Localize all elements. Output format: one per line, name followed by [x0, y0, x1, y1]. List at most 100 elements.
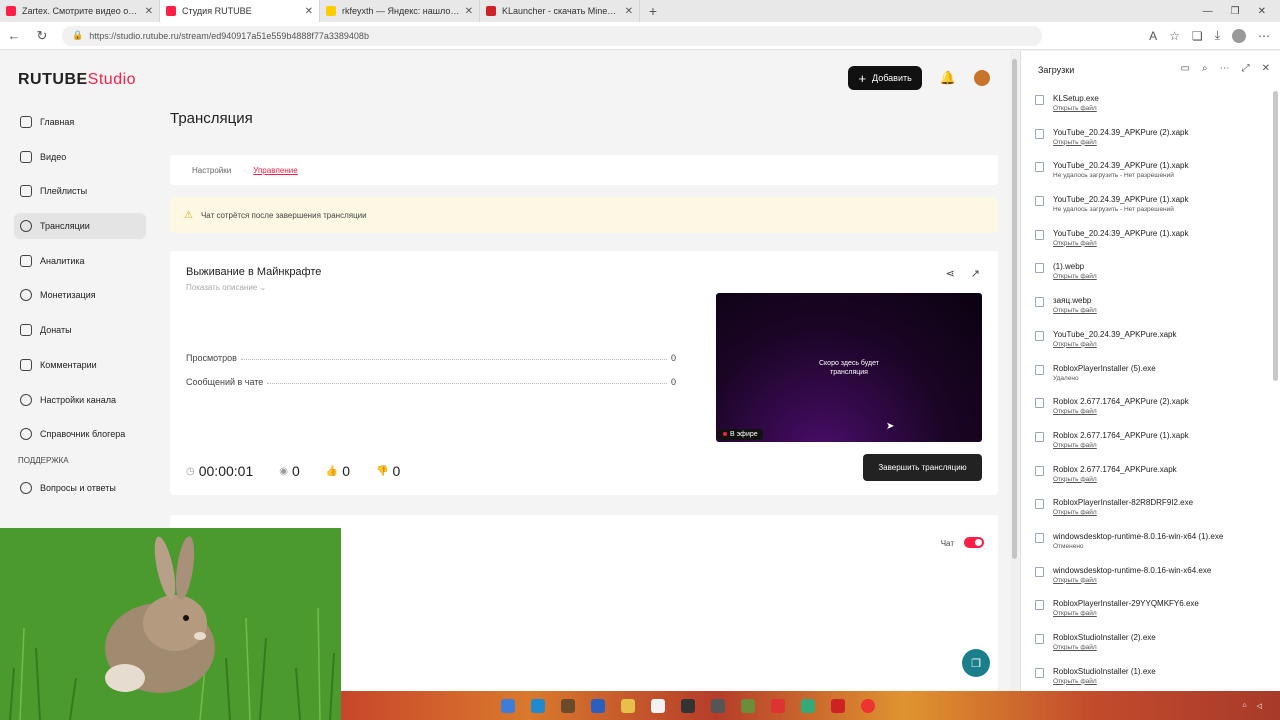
- close-icon[interactable]: ✕: [465, 6, 473, 17]
- avatar[interactable]: [974, 70, 990, 86]
- read-aloud-icon[interactable]: A: [1149, 29, 1157, 43]
- open-file-link[interactable]: Открыть файл: [1053, 407, 1267, 416]
- share-icon[interactable]: ⋖: [946, 267, 955, 280]
- download-item[interactable]: Roblox 2.677.1764_APKPure.xapk Открыть фа…: [1035, 464, 1267, 498]
- sidebar-item-faq[interactable]: Вопросы и ответы: [14, 475, 146, 501]
- close-icon[interactable]: ✕: [305, 6, 313, 17]
- search-icon[interactable]: ⌕: [1202, 63, 1208, 74]
- download-item[interactable]: YouTube_20.24.39_APKPure (2).xapk Открыть…: [1035, 127, 1267, 161]
- reload-icon[interactable]: ↻: [28, 28, 56, 44]
- browser-tab-active[interactable]: Студия RUTUBE ✕: [160, 0, 320, 22]
- sidebar-item-channel-settings[interactable]: Настройки канала: [14, 387, 146, 413]
- tab-management[interactable]: Управление: [253, 166, 297, 175]
- profile-icon[interactable]: [1232, 28, 1246, 43]
- download-item[interactable]: RobloxStudioInstaller (2).exe Открыть фай…: [1035, 632, 1267, 666]
- sidebar-item-streams[interactable]: Трансляции: [14, 213, 146, 240]
- sidebar-item-donations[interactable]: Донаты: [14, 317, 146, 343]
- sidebar-item-video[interactable]: Видео: [14, 144, 146, 170]
- more-icon[interactable]: ⋯: [1258, 29, 1270, 43]
- weather-icon[interactable]: [501, 698, 515, 713]
- maximize-icon[interactable]: ❐: [1231, 6, 1240, 17]
- open-file-link[interactable]: Открыть файл: [1053, 441, 1267, 450]
- open-file-link[interactable]: Открыть файл: [1053, 643, 1267, 652]
- download-item[interactable]: Roblox 2.677.1764_APKPure (1).xapk Открыт…: [1035, 430, 1267, 464]
- download-item[interactable]: (1).webp Открыть файл: [1035, 261, 1267, 295]
- add-button[interactable]: + Добавить: [848, 66, 922, 90]
- tab-settings[interactable]: Настройки: [192, 166, 231, 175]
- edge-icon[interactable]: [531, 698, 545, 713]
- game-icon[interactable]: [561, 698, 575, 713]
- open-file-link[interactable]: Открыть файл: [1053, 475, 1267, 484]
- scrollbar-thumb[interactable]: [1012, 59, 1017, 559]
- close-icon[interactable]: ✕: [145, 6, 153, 17]
- download-icon[interactable]: ⤓: [1215, 28, 1220, 43]
- sidebar-item-playlists[interactable]: Плейлисты: [14, 178, 146, 204]
- settings-icon[interactable]: [711, 698, 725, 713]
- download-item[interactable]: RobloxPlayerInstaller (5).exe Удалено: [1035, 363, 1267, 397]
- more-icon[interactable]: ⋯: [1220, 63, 1230, 74]
- support-chat-icon[interactable]: ❐: [962, 649, 990, 677]
- pin-icon[interactable]: ⤢: [1242, 63, 1250, 74]
- stream-preview[interactable]: Скоро здесь будет трансляция ➤ В эфире: [716, 293, 982, 442]
- game-launcher-icon[interactable]: [801, 698, 815, 713]
- download-item[interactable]: YouTube_20.24.39_APKPure (1).xapk Открыть…: [1035, 228, 1267, 262]
- download-item[interactable]: YouTube_20.24.39_APKPure (1).xapk Не удал…: [1035, 194, 1267, 228]
- download-item[interactable]: RobloxPlayerInstaller-29YYQMKFY6.exe Откр…: [1035, 598, 1267, 632]
- page-scrollbar[interactable]: [1010, 51, 1019, 691]
- open-file-link[interactable]: Открыть файл: [1053, 138, 1267, 147]
- close-icon[interactable]: ✕: [625, 6, 633, 17]
- sidebar-item-comments[interactable]: Комментарии: [14, 352, 146, 378]
- browser-tab[interactable]: KLauncher - скачать Minecraft Ла ✕: [480, 0, 640, 22]
- download-item[interactable]: Roblox 2.677.1764_APKPure (2).xapk Открыт…: [1035, 396, 1267, 430]
- end-stream-button[interactable]: Завершить трансляцию: [863, 454, 982, 481]
- network-icon[interactable]: ⌂: [1242, 702, 1246, 709]
- sidebar-item-blogger-guide[interactable]: Справочник блогера: [14, 421, 146, 447]
- url-field[interactable]: 🔒 https://studio.rutube.ru/stream/ed9409…: [62, 25, 1042, 46]
- sidebar-item-analytics[interactable]: Аналитика: [14, 248, 146, 274]
- browser-tab[interactable]: Zartex. Смотрите видео онлайн ✕: [0, 0, 160, 22]
- open-file-link[interactable]: Открыть файл: [1053, 508, 1267, 517]
- open-file-link[interactable]: Открыть файл: [1053, 239, 1267, 248]
- open-file-link[interactable]: Открыть файл: [1053, 609, 1267, 618]
- sidebar-item-home[interactable]: Главная: [14, 109, 146, 135]
- open-file-link[interactable]: Открыть файл: [1053, 576, 1267, 585]
- download-item[interactable]: заяц.webp Открыть файл: [1035, 295, 1267, 329]
- open-file-link[interactable]: Открыть файл: [1053, 306, 1267, 315]
- chrome-icon[interactable]: [681, 698, 695, 713]
- explorer-icon[interactable]: [621, 698, 635, 713]
- close-icon[interactable]: ✕: [1262, 63, 1270, 74]
- favorites-icon[interactable]: ❏: [1192, 29, 1203, 43]
- store-icon[interactable]: [591, 698, 605, 713]
- open-file-link[interactable]: Открыть файл: [1053, 677, 1267, 686]
- minimize-icon[interactable]: —: [1203, 6, 1213, 17]
- open-file-link[interactable]: Открыть файл: [1053, 272, 1267, 281]
- volume-icon[interactable]: ◁: [1257, 702, 1262, 710]
- rutube-studio-logo[interactable]: RUTUBEStudio: [18, 71, 136, 89]
- bell-icon[interactable]: 🔔: [940, 70, 956, 86]
- folder-icon[interactable]: ▭: [1181, 63, 1190, 74]
- open-file-link[interactable]: Открыть файл: [1053, 340, 1267, 349]
- download-item[interactable]: windowsdesktop-runtime-8.0.16-win-x64.ex…: [1035, 565, 1267, 599]
- download-item[interactable]: KLSetup.exe Открыть файл: [1035, 93, 1267, 127]
- app-icon[interactable]: [651, 698, 665, 713]
- close-window-icon[interactable]: ✕: [1258, 6, 1266, 17]
- download-item[interactable]: YouTube_20.24.39_APKPure (1).xapk Не удал…: [1035, 160, 1267, 194]
- external-link-icon[interactable]: ↗: [971, 267, 980, 280]
- favorite-icon[interactable]: ☆: [1169, 29, 1180, 43]
- back-icon[interactable]: ←: [0, 28, 28, 43]
- open-file-link[interactable]: Открыть файл: [1053, 104, 1267, 113]
- yandex-browser-icon[interactable]: [861, 698, 875, 713]
- download-item[interactable]: YouTube_20.24.39_APKPure.xapk Открыть фай…: [1035, 329, 1267, 363]
- yandex-icon[interactable]: [771, 698, 785, 713]
- downloads-scrollbar[interactable]: [1273, 91, 1278, 381]
- minecraft-icon[interactable]: [741, 698, 755, 713]
- browser-tab[interactable]: rkfeyxth — Яндекс: нашлось 3 т ✕: [320, 0, 480, 22]
- sidebar-item-label: Аналитика: [40, 255, 85, 266]
- show-description-link[interactable]: Показать описание ⌄: [186, 283, 266, 292]
- klauncher-icon[interactable]: [831, 698, 845, 713]
- download-item[interactable]: RobloxPlayerInstaller-82R8DRF9I2.exe Откр…: [1035, 497, 1267, 531]
- new-tab-icon[interactable]: +: [640, 0, 666, 22]
- chat-toggle[interactable]: [964, 537, 984, 548]
- sidebar-item-monetization[interactable]: Монетизация: [14, 282, 146, 308]
- download-item[interactable]: windowsdesktop-runtime-8.0.16-win-x64 (1…: [1035, 531, 1267, 565]
